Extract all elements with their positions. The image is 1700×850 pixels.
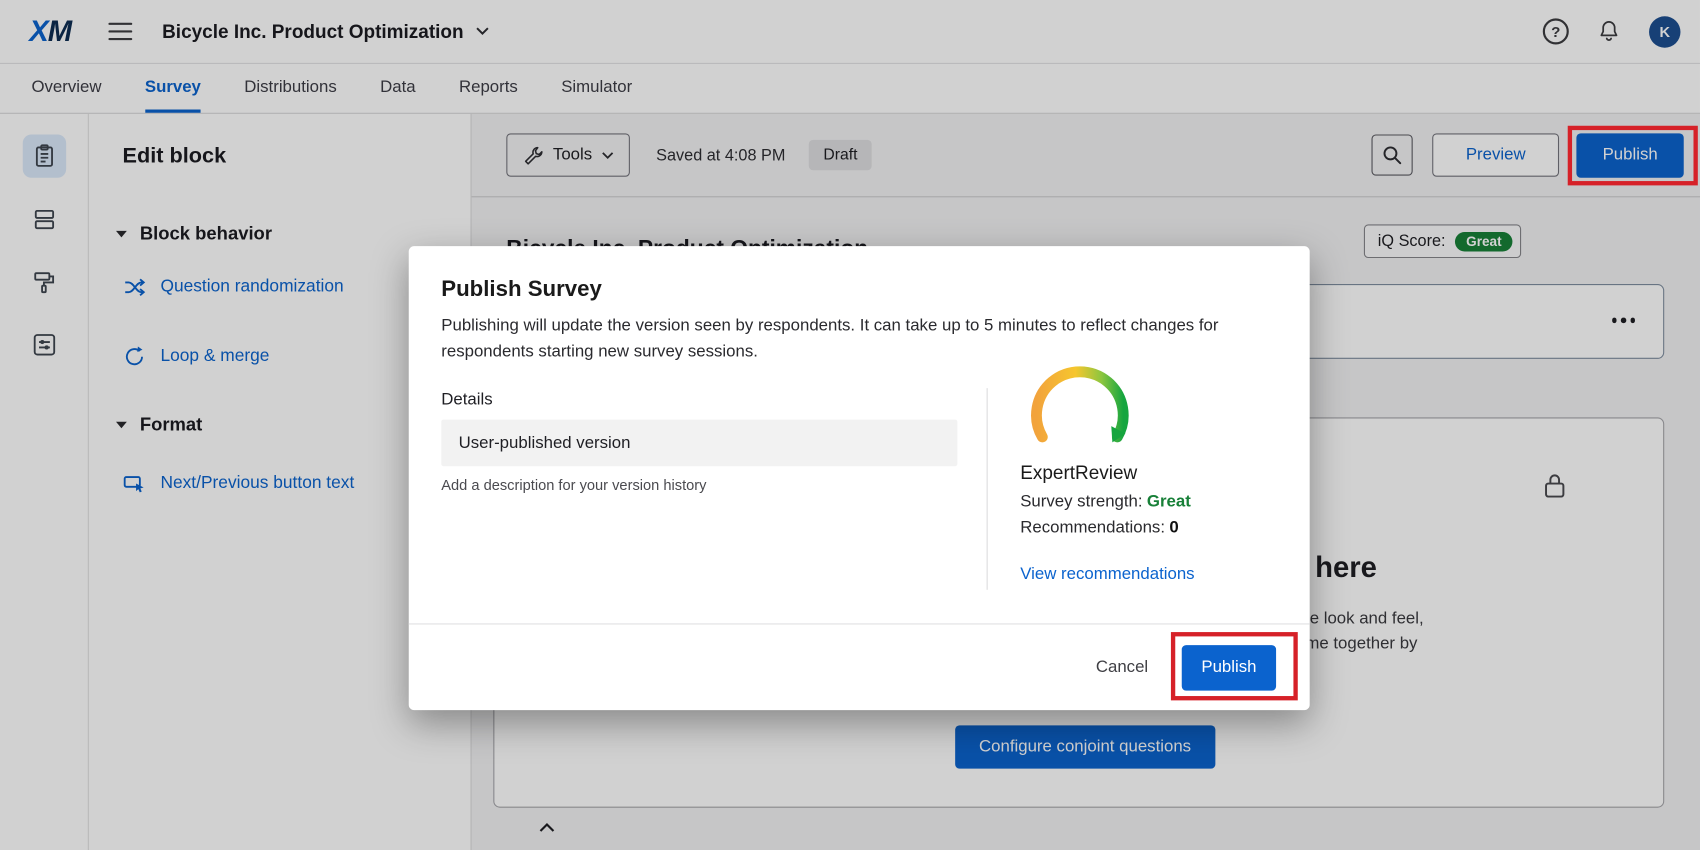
expert-review-title: ExpertReview (1020, 462, 1137, 485)
modal-publish-button[interactable]: Publish (1182, 645, 1276, 691)
survey-strength-label: Survey strength: (1020, 492, 1142, 510)
modal-footer: Cancel Publish (409, 623, 1310, 710)
survey-strength-row: Survey strength: Great (1020, 492, 1191, 512)
recommendations-value: 0 (1169, 518, 1178, 536)
recommendations-row: Recommendations:0 (1020, 518, 1178, 538)
modal-description: Publishing will update the version seen … (441, 313, 1281, 364)
recommendations-label: Recommendations: (1020, 518, 1165, 536)
survey-strength-value: Great (1147, 492, 1191, 510)
publish-survey-modal: Publish Survey Publishing will update th… (409, 246, 1310, 710)
version-helper-text: Add a description for your version histo… (441, 477, 706, 493)
details-label: Details (441, 390, 492, 410)
modal-title: Publish Survey (441, 276, 602, 302)
expert-review-gauge (1020, 361, 1139, 454)
qualtrics-survey-builder: X M Bicycle Inc. Product Optimization ? … (0, 0, 1700, 850)
version-description-input[interactable] (441, 420, 957, 467)
cancel-button[interactable]: Cancel (1096, 658, 1148, 678)
modal-divider (987, 388, 988, 590)
view-recommendations-link[interactable]: View recommendations (1020, 565, 1194, 585)
